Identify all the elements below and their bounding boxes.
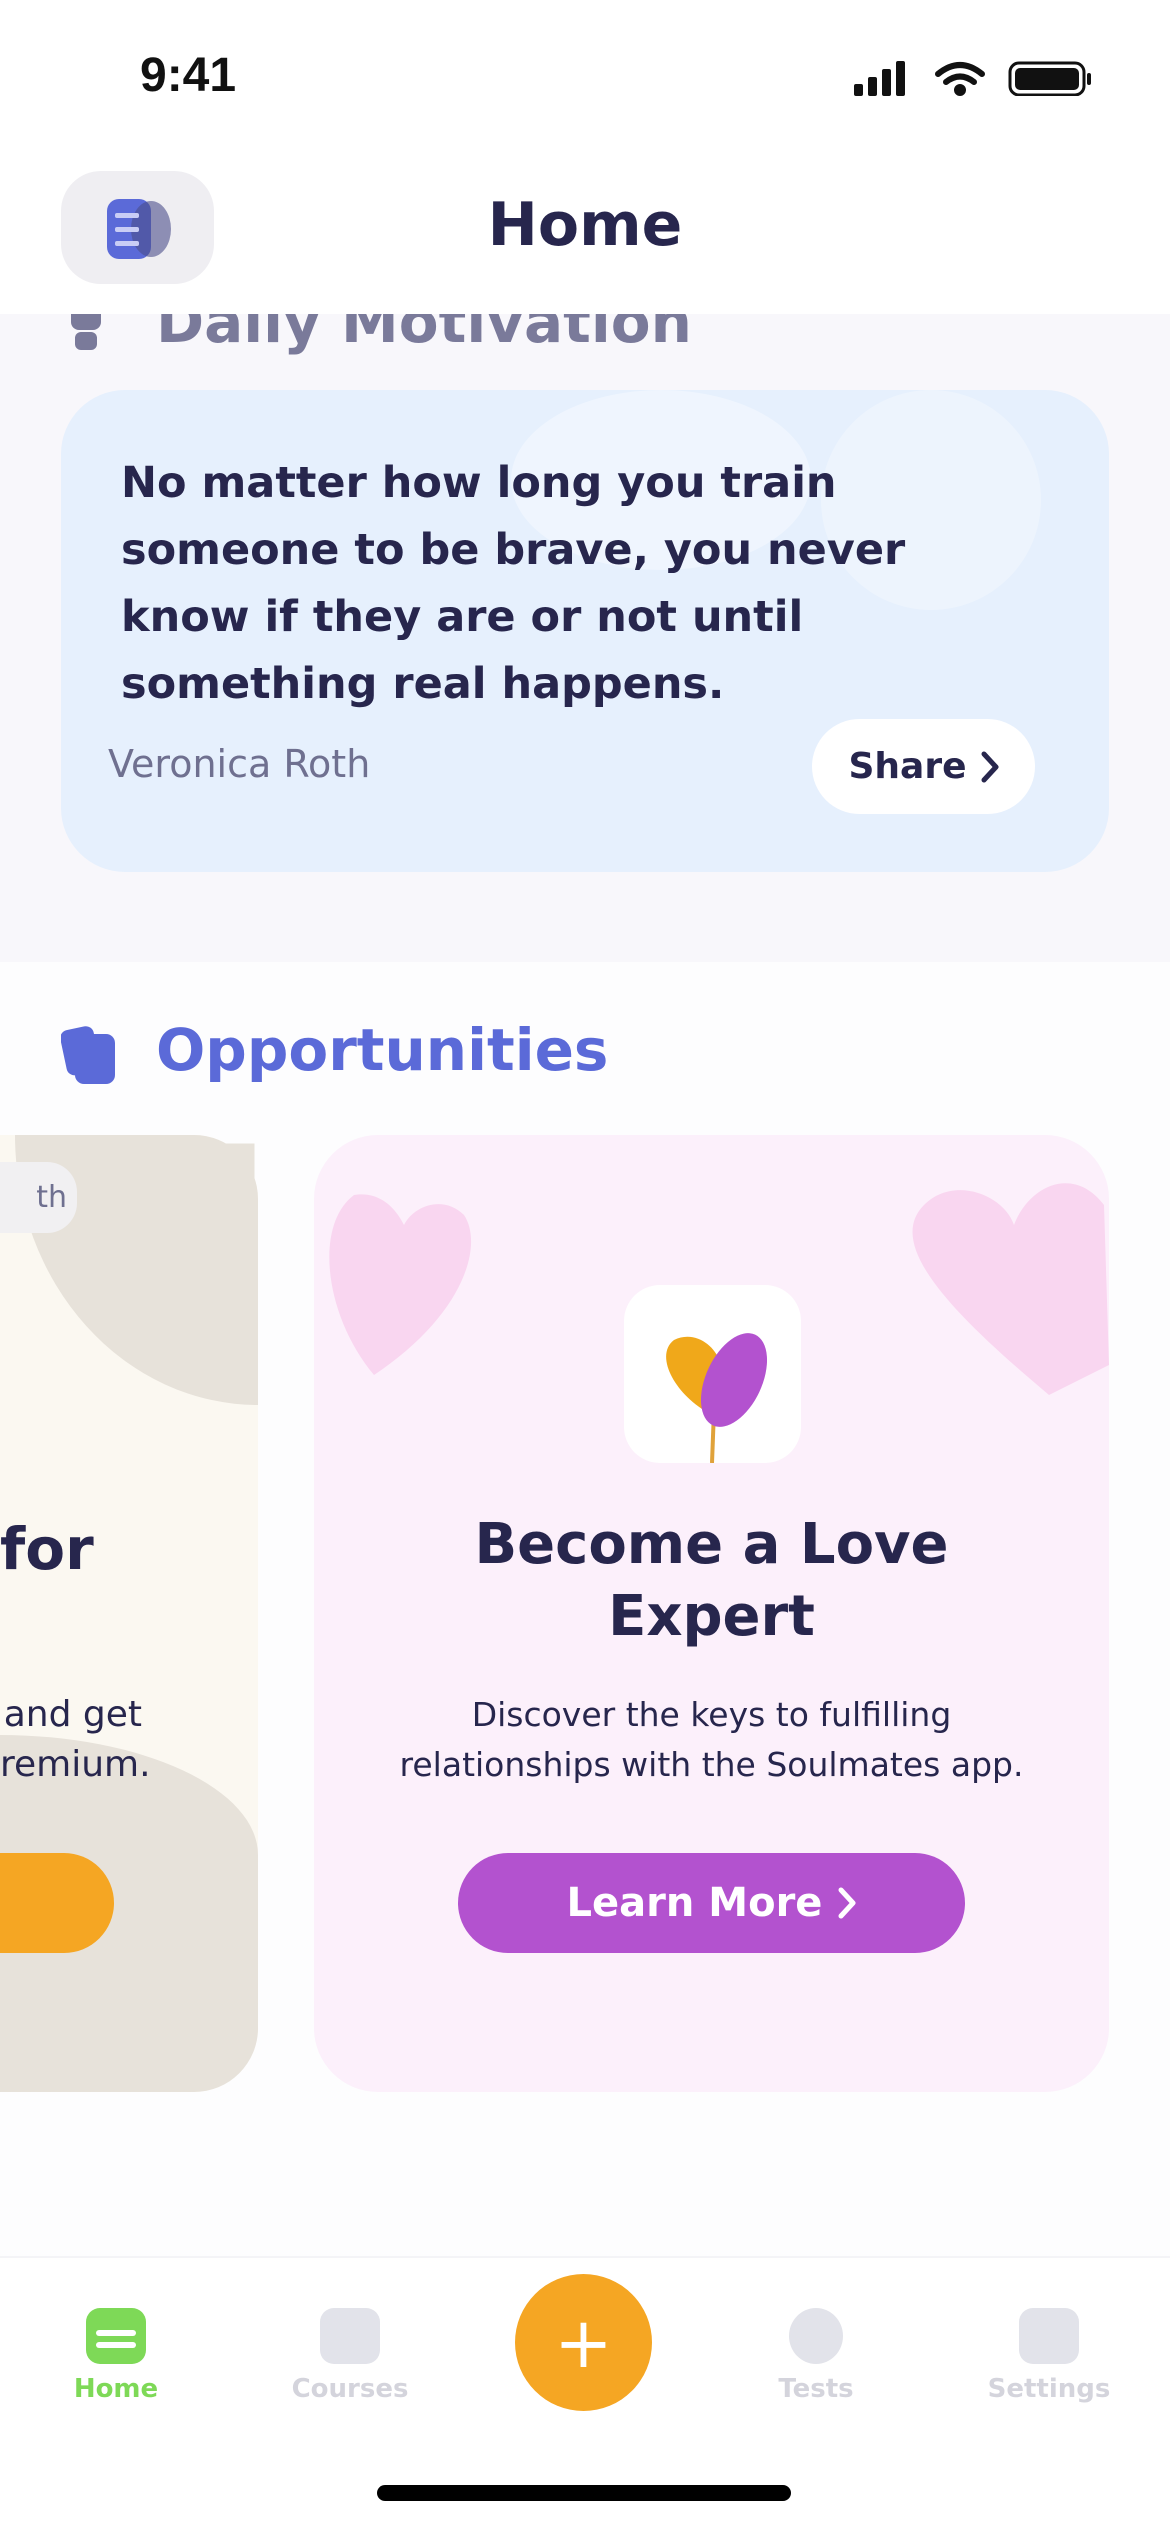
quote-author: Veronica Roth xyxy=(108,742,371,786)
header: 9:41 Home xyxy=(0,0,1170,314)
card-title: for xyxy=(0,1515,94,1583)
tests-icon xyxy=(789,2308,843,2364)
battery-icon xyxy=(1008,61,1091,96)
home-icon xyxy=(86,2308,146,2364)
title-line: Become a Love xyxy=(474,1512,949,1577)
chevron-right-icon xyxy=(981,751,999,782)
card-title: Become a Love Expert xyxy=(314,1509,1109,1653)
share-button[interactable]: Share xyxy=(812,719,1035,814)
learn-more-label: Learn More xyxy=(566,1880,823,1926)
opportunities-title: Opportunities xyxy=(156,1016,609,1084)
soulmates-logo-icon xyxy=(666,1333,768,1464)
signal-icon xyxy=(854,61,905,96)
chevron-right-icon xyxy=(838,1887,856,1919)
card-chip: th xyxy=(0,1162,77,1233)
tab-courses[interactable]: Courses xyxy=(250,2308,450,2404)
quote-line: something real happens. xyxy=(121,659,725,709)
wifi-icon xyxy=(935,62,985,96)
add-button[interactable]: + xyxy=(515,2274,652,2411)
opportunity-card-premium[interactable]: th for and get remium. xyxy=(0,1135,258,2092)
home-indicator xyxy=(377,2485,791,2501)
tab-label: Courses xyxy=(291,2374,409,2404)
learn-more-button[interactable]: Learn More xyxy=(458,1853,965,1953)
description-line: relationships with the Soulmates app. xyxy=(399,1745,1024,1784)
description-line: remium. xyxy=(0,1744,151,1785)
quote-line: No matter how long you train xyxy=(121,458,837,508)
quote-line: someone to be brave, you never xyxy=(121,525,906,575)
status-time: 9:41 xyxy=(140,49,237,102)
title-line: Expert xyxy=(608,1584,815,1649)
description-line: and get xyxy=(3,1694,142,1735)
card-description: and get remium. xyxy=(0,1690,151,1790)
tab-settings[interactable]: Settings xyxy=(949,2308,1149,2404)
tab-label: Tests xyxy=(778,2374,854,2404)
courses-icon xyxy=(320,2308,380,2364)
description-line: Discover the keys to fulfilling xyxy=(471,1695,952,1734)
plus-icon: + xyxy=(554,2301,613,2384)
opportunity-card-soulmates[interactable]: Become a Love Expert Discover the keys t… xyxy=(314,1135,1109,2092)
page-title: Home xyxy=(487,190,683,260)
quote-card: No matter how long you train someone to … xyxy=(61,390,1109,872)
card-description: Discover the keys to fulfilling relation… xyxy=(314,1690,1109,1790)
share-label: Share xyxy=(848,746,967,787)
soulmates-app-icon xyxy=(624,1285,801,1464)
tab-label: Home xyxy=(73,2374,159,2404)
tab-tests[interactable]: Tests xyxy=(716,2308,916,2404)
card-button[interactable] xyxy=(0,1853,114,1953)
tab-home[interactable]: Home xyxy=(16,2308,216,2404)
tab-bar: Home Courses + Tests Settings xyxy=(0,2256,1170,2532)
cards-icon xyxy=(61,1026,115,1084)
quote-text: No matter how long you train someone to … xyxy=(121,450,1021,718)
tab-label: Settings xyxy=(987,2374,1111,2404)
settings-icon xyxy=(1019,2308,1079,2364)
status-icons xyxy=(854,61,1091,96)
quote-line: know if they are or not until xyxy=(121,592,804,642)
